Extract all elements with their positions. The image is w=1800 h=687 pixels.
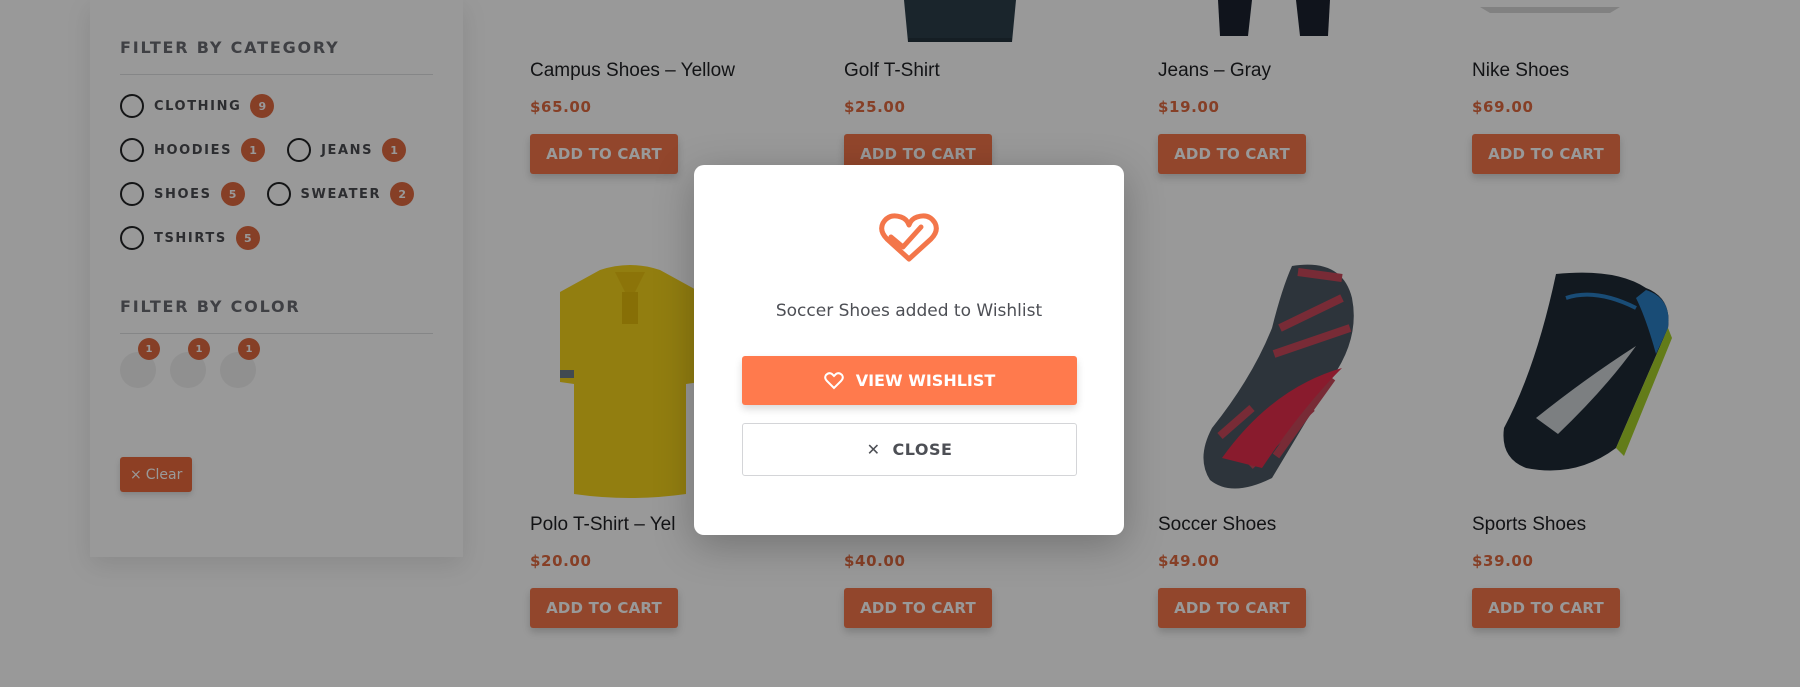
view-wishlist-button[interactable]: VIEW WISHLIST (742, 356, 1077, 405)
close-icon: ✕ (866, 440, 881, 459)
close-label: CLOSE (892, 440, 953, 459)
view-wishlist-label: VIEW WISHLIST (855, 371, 996, 390)
close-button[interactable]: ✕ CLOSE (742, 423, 1077, 476)
wishlist-message: Soccer Shoes added to Wishlist (775, 301, 1043, 321)
heart-icon (823, 371, 844, 390)
heart-check-icon (877, 213, 941, 267)
wishlist-modal: Soccer Shoes added to Wishlist VIEW WISH… (694, 165, 1124, 535)
